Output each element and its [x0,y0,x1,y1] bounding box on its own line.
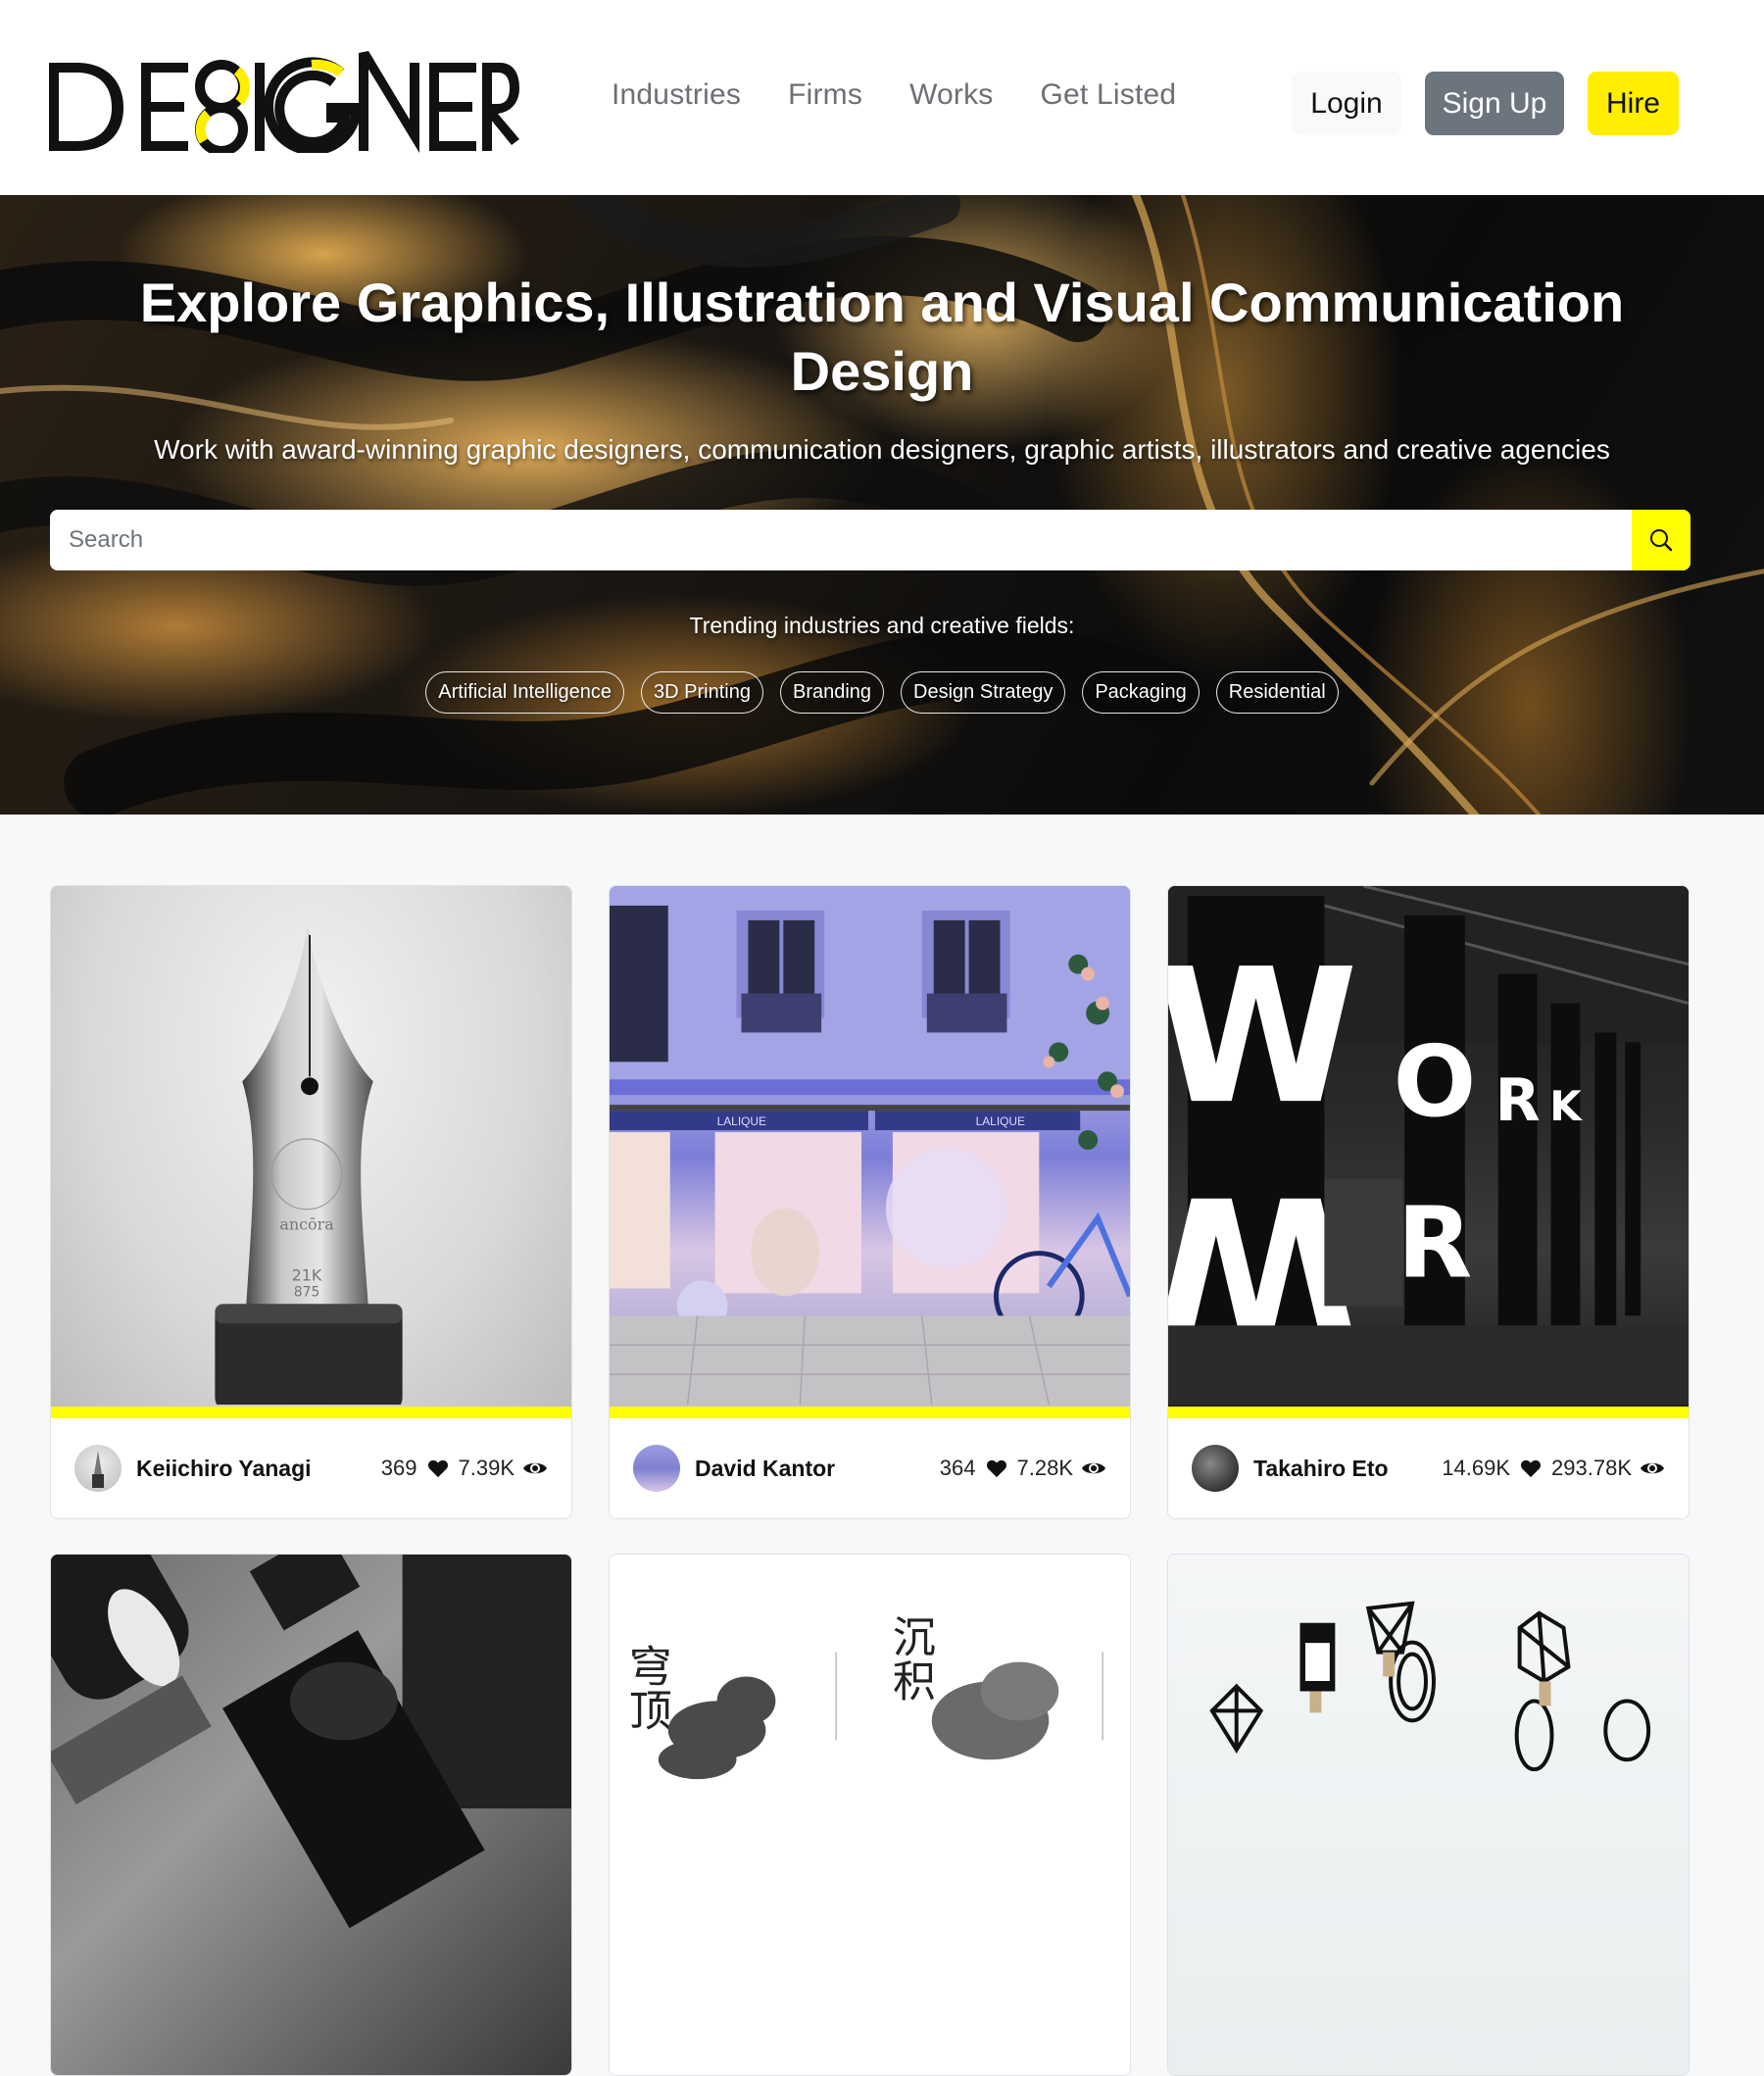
likes-count: 364 [939,1456,976,1480]
accent-bar [51,1407,571,1418]
svg-text:O: O [1394,1026,1477,1139]
views-count: 7.39K [458,1456,515,1480]
card-stats: 14.69K 293.78K [1442,1456,1665,1481]
heart-icon[interactable] [1518,1456,1544,1481]
nav-industries[interactable]: Industries [612,78,741,112]
storefront-illustration: LALIQUE LALIQUE [610,886,1130,1405]
work-image-fountain-pen[interactable]: ancōra 21K 875 [51,886,571,1407]
work-image-workout-gym[interactable]: W W O R R K [1168,886,1689,1407]
views-count: 293.78K [1551,1456,1632,1480]
avatar[interactable] [633,1445,680,1492]
work-image-geometric-sculptures[interactable] [1168,1555,1689,2075]
accent-bar [1168,1407,1689,1418]
svg-text:顶: 顶 [629,1686,672,1736]
site-header: Industries Firms Works Get Listed Login … [0,0,1764,195]
card-stats: 369 7.39K [381,1456,548,1481]
chip-design-strategy[interactable]: Design Strategy [901,671,1066,714]
work-card[interactable]: 穹 顶 沉 积 [609,1554,1131,2076]
hero-banner: Explore Graphics, Illustration and Visua… [0,195,1764,815]
author-name[interactable]: David Kantor [695,1456,940,1482]
svg-text:LALIQUE: LALIQUE [976,1114,1025,1128]
chip-packaging[interactable]: Packaging [1082,671,1200,714]
svg-text:21K: 21K [292,1265,322,1284]
pen-illustration: ancōra 21K 875 [215,924,403,1405]
views-count: 7.28K [1016,1456,1074,1480]
work-image-coffee-packaging[interactable] [51,1555,571,2075]
svg-text:LALIQUE: LALIQUE [717,1114,766,1128]
author-name[interactable]: Takahiro Eto [1253,1456,1442,1482]
svg-text:沉: 沉 [893,1613,936,1663]
author-name[interactable]: Keiichiro Yanagi [136,1456,381,1482]
trending-chips: Artificial Intelligence 3D Printing Bran… [0,671,1764,714]
svg-text:积: 积 [893,1656,936,1706]
avatar[interactable] [74,1445,122,1492]
poster-illustration: 穹 顶 沉 积 [629,1613,1103,1780]
svg-text:875: 875 [294,1284,320,1300]
search-input[interactable] [50,510,1632,570]
designer-logo[interactable] [47,43,519,153]
geometric-illustration [1209,1601,1651,1772]
search-bar [50,510,1690,570]
chip-branding[interactable]: Branding [779,671,885,714]
svg-text:穹: 穹 [629,1643,672,1693]
work-card[interactable] [50,1554,572,2076]
avatar[interactable] [1192,1445,1239,1492]
likes-count: 14.69K [1442,1456,1511,1480]
eye-icon [522,1456,548,1481]
likes-count: 369 [380,1456,417,1480]
card-stats: 364 7.28K [940,1456,1106,1481]
work-card[interactable]: LALIQUE LALIQUE David Kantor 364 7.28K [609,885,1131,1519]
work-image-chinese-poster[interactable]: 穹 顶 沉 积 [610,1555,1130,2075]
chip-artificial-intelligence[interactable]: Artificial Intelligence [425,671,625,714]
login-button[interactable]: Login [1292,72,1401,135]
heart-icon[interactable] [425,1456,451,1481]
gym-illustration: W W O R R K [1168,886,1689,1405]
main-nav: Industries Firms Works Get Listed [612,78,1176,112]
chip-3d-printing[interactable]: 3D Printing [641,671,763,714]
work-image-lalique-storefront[interactable]: LALIQUE LALIQUE [610,886,1130,1407]
heart-icon[interactable] [984,1456,1009,1481]
nav-works[interactable]: Works [909,78,993,112]
eye-icon [1081,1456,1106,1481]
accent-bar [610,1407,1130,1418]
eye-icon [1640,1456,1665,1481]
trending-label: Trending industries and creative fields: [689,613,1075,638]
search-icon [1650,529,1673,552]
work-card[interactable]: W W O R R K Takahiro Eto 14.69K 293.78K [1167,885,1690,1519]
hero-subtitle: Work with award-winning graphic designer… [154,434,1610,465]
svg-text:R: R [1495,1067,1541,1135]
search-button[interactable] [1632,510,1690,570]
svg-text:K: K [1549,1082,1583,1130]
card-footer: Takahiro Eto 14.69K 293.78K [1168,1418,1689,1518]
signup-button[interactable]: Sign Up [1425,72,1564,135]
svg-text:W: W [1168,928,1358,1145]
work-card[interactable] [1167,1554,1690,2076]
nav-firms[interactable]: Firms [788,78,862,112]
nib-brand-text: ancōra [279,1215,334,1234]
work-card[interactable]: ancōra 21K 875 Keiichiro Yanagi 369 7.39… [50,885,572,1519]
hire-button[interactable]: Hire [1588,72,1679,135]
svg-text:R: R [1397,1187,1473,1300]
packaging-illustration [51,1555,571,1929]
card-footer: David Kantor 364 7.28K [610,1418,1130,1518]
chip-residential[interactable]: Residential [1215,671,1339,714]
hero-title: Explore Graphics, Illustration and Visua… [139,272,1625,402]
nav-get-listed[interactable]: Get Listed [1041,78,1177,112]
card-footer: Keiichiro Yanagi 369 7.39K [51,1418,571,1518]
